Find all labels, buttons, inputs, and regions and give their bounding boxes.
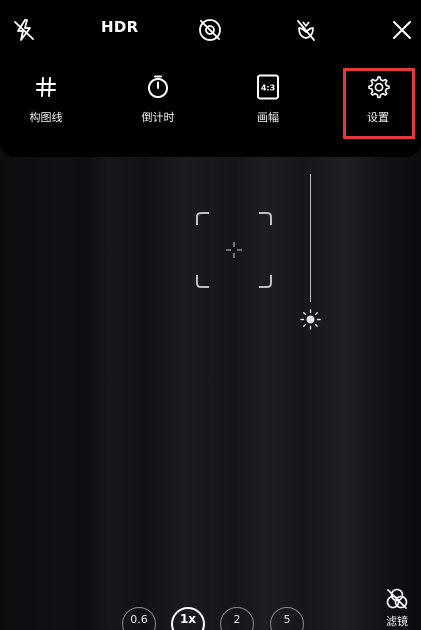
menu-item-aspect-ratio[interactable]: 4:3 画幅 xyxy=(233,74,303,134)
aspect-ratio-icon: 4:3 xyxy=(255,74,281,100)
filter-icon xyxy=(386,588,408,609)
zoom-2-button[interactable]: 2 xyxy=(220,607,254,630)
camera-screen: HDR 构图线 倒计时 4:3 画幅 设置 0.6 1x 2 5 滤镜 xyxy=(0,0,421,630)
timer-icon xyxy=(145,74,171,100)
exposure-sun-icon[interactable] xyxy=(300,309,321,330)
menu-label-grid: 构图线 xyxy=(29,111,63,124)
flash-off-icon[interactable] xyxy=(10,16,38,44)
menu-item-grid[interactable]: 构图线 xyxy=(11,74,81,134)
focus-frame xyxy=(196,212,272,288)
zoom-0.6-button[interactable]: 0.6 xyxy=(122,607,156,630)
menu-label-aspect-ratio: 画幅 xyxy=(257,111,279,124)
zoom-1x-button[interactable]: 1x xyxy=(171,607,205,630)
aspect-ratio-badge: 4:3 xyxy=(261,84,275,93)
zoom-5-button[interactable]: 5 xyxy=(270,607,304,630)
close-icon[interactable] xyxy=(388,16,416,44)
grid-icon xyxy=(33,74,59,100)
menu-item-timer[interactable]: 倒计时 xyxy=(123,74,193,134)
macro-off-icon[interactable] xyxy=(292,16,320,44)
filter-button[interactable]: 滤镜 xyxy=(380,588,414,630)
top-bar: HDR xyxy=(0,0,421,58)
menu-label-timer: 倒计时 xyxy=(141,111,175,124)
settings-highlight-box xyxy=(343,68,415,139)
live-photo-off-icon[interactable] xyxy=(196,16,224,44)
exposure-slider-track[interactable] xyxy=(310,174,311,302)
filter-label: 滤镜 xyxy=(386,615,408,628)
hdr-toggle[interactable]: HDR xyxy=(101,18,138,36)
